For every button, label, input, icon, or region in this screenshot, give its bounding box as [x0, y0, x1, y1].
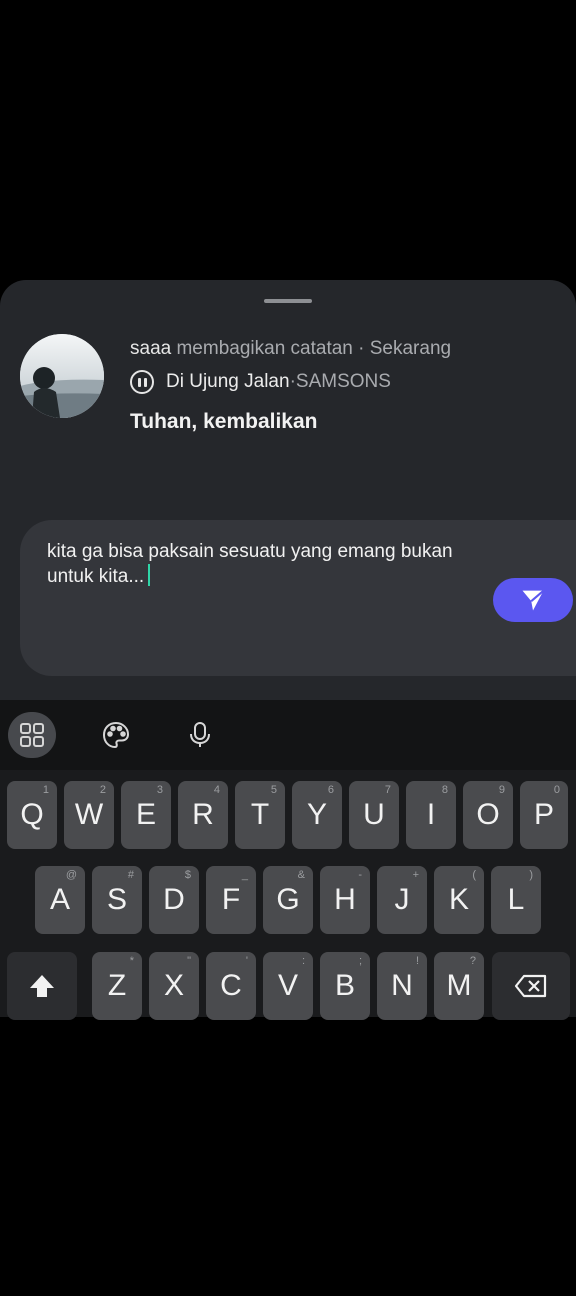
- key-w[interactable]: W2: [64, 781, 114, 849]
- key-d[interactable]: D $: [149, 866, 199, 934]
- key-n[interactable]: N!: [377, 952, 427, 1020]
- key-l[interactable]: L): [491, 866, 541, 934]
- key-u[interactable]: U7: [349, 781, 399, 849]
- key-z[interactable]: Z *: [92, 952, 142, 1020]
- key-v[interactable]: V:: [263, 952, 313, 1020]
- reply-input-box[interactable]: kita ga bisa paksain sesuatu yang emang …: [20, 520, 576, 676]
- key-j[interactable]: J +: [377, 866, 427, 934]
- key-p[interactable]: P0: [520, 781, 568, 849]
- palette-icon: [102, 721, 130, 749]
- keyboard-row-3: Z * X " C ' V: B; N! M?: [0, 952, 576, 1020]
- send-button[interactable]: [493, 578, 573, 622]
- music-info[interactable]: Di Ujung Jalan · SAMSONS: [130, 370, 391, 394]
- reply-input[interactable]: kita ga bisa paksain sesuatu yang emang …: [47, 540, 487, 589]
- key-s[interactable]: S #: [92, 866, 142, 934]
- microphone-icon: [190, 722, 210, 747]
- keyboard: Q1 W2 E3 R4 T5 Y6 U7 I8 O9 P0 A @ S # D $ F…: [0, 770, 576, 1020]
- key-e[interactable]: E3: [121, 781, 171, 849]
- key-c[interactable]: C ': [206, 952, 256, 1020]
- keyboard-toolbar: [0, 700, 576, 770]
- text-cursor: [148, 564, 151, 586]
- voice-input-button[interactable]: [176, 712, 224, 758]
- drag-handle[interactable]: [264, 299, 312, 303]
- key-k[interactable]: K(: [434, 866, 484, 934]
- key-t[interactable]: T5: [235, 781, 285, 849]
- key-b[interactable]: B;: [320, 952, 370, 1020]
- shift-icon: [30, 975, 54, 997]
- backspace-icon: [514, 974, 547, 998]
- theme-button[interactable]: [92, 712, 140, 758]
- key-a[interactable]: A @: [35, 866, 85, 934]
- note-meta: saaa membagikan catatan · Sekarang: [130, 338, 451, 360]
- apps-grid-button[interactable]: [8, 712, 56, 758]
- song-title: Di Ujung Jalan: [166, 371, 290, 392]
- shift-key[interactable]: [7, 952, 77, 1020]
- note-reply-sheet: saaa membagikan catatan · Sekarang Di Uj…: [0, 280, 576, 700]
- avatar[interactable]: [20, 334, 104, 418]
- note-action-time: membagikan catatan · Sekarang: [171, 338, 452, 359]
- pause-icon[interactable]: [130, 370, 154, 394]
- key-x[interactable]: X ": [149, 952, 199, 1020]
- key-o[interactable]: O9: [463, 781, 513, 849]
- key-r[interactable]: R4: [178, 781, 228, 849]
- key-y[interactable]: Y6: [292, 781, 342, 849]
- send-icon: [522, 589, 545, 611]
- key-q[interactable]: Q1: [7, 781, 57, 849]
- key-i[interactable]: I8: [406, 781, 456, 849]
- artist-name: SAMSONS: [295, 371, 391, 392]
- backspace-key[interactable]: [492, 952, 570, 1020]
- note-text: Tuhan, kembalikan: [130, 410, 318, 433]
- key-g[interactable]: G &: [263, 866, 313, 934]
- keyboard-row-1: Q1 W2 E3 R4 T5 Y6 U7 I8 O9 P0: [0, 781, 576, 849]
- reply-input-value: kita ga bisa paksain sesuatu yang emang …: [47, 541, 453, 587]
- apps-grid-icon: [20, 723, 44, 747]
- username[interactable]: saaa: [130, 338, 171, 359]
- keyboard-row-2: A @ S # D $ F _ G & H- J + K( L): [0, 866, 576, 934]
- key-m[interactable]: M?: [434, 952, 484, 1020]
- key-h[interactable]: H-: [320, 866, 370, 934]
- key-f[interactable]: F _: [206, 866, 256, 934]
